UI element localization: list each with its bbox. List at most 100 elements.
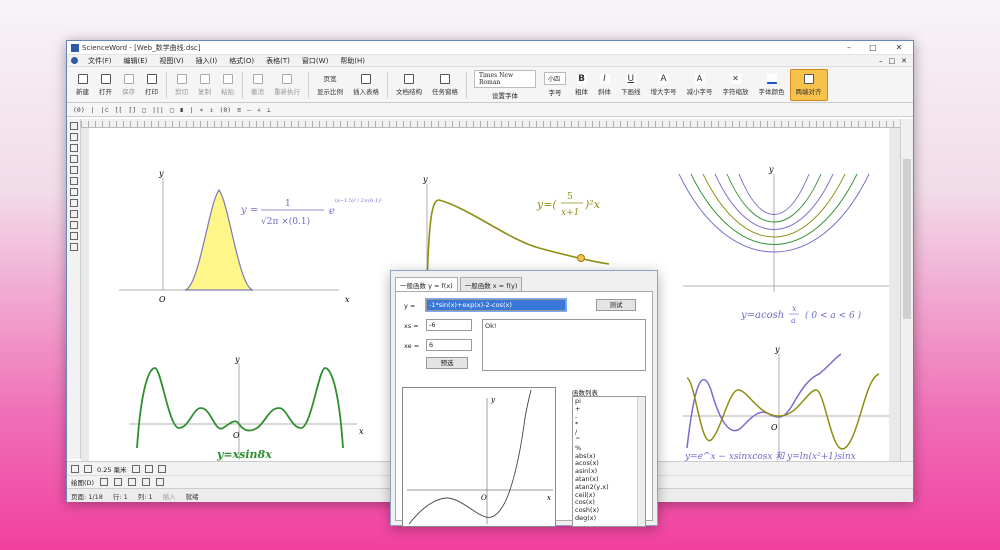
pencil-icon[interactable] — [69, 133, 78, 141]
tb2-item[interactable]: □ — [170, 106, 174, 114]
function-list-scrollbar[interactable] — [637, 397, 645, 526]
y-axis-label: y — [774, 345, 780, 354]
paste-button[interactable]: 粘贴 — [216, 69, 239, 101]
pentagon-icon[interactable] — [69, 232, 78, 240]
status-col: 列: 1 — [137, 492, 153, 501]
doc-minimize-button[interactable]: – — [879, 57, 883, 65]
underline-button[interactable]: U 下画线 — [616, 69, 646, 101]
tb2-item[interactable]: ≡ — [237, 106, 241, 114]
function-item[interactable]: pi — [575, 397, 643, 406]
tb2-item[interactable]: — — [247, 106, 251, 114]
tb2-item[interactable]: ⇕ — [210, 106, 214, 114]
menu-file[interactable]: 文件(F) — [82, 56, 118, 66]
tb2-item[interactable]: | — [91, 106, 95, 114]
function-item[interactable]: ^ — [575, 436, 643, 445]
scroll-thumb[interactable] — [903, 159, 911, 319]
char-scale-button[interactable]: ✕ 字符缩放 — [718, 69, 754, 101]
line-tool-icon[interactable] — [114, 478, 123, 486]
tb2-item[interactable]: ⊥ — [267, 106, 271, 114]
doc-structure-button[interactable]: 文档结构 — [391, 69, 427, 101]
font-size-select[interactable]: 小四 字号 — [540, 72, 570, 97]
line-color-icon[interactable] — [131, 464, 140, 473]
select-icon[interactable] — [100, 478, 109, 486]
menu-table[interactable]: 表格(T) — [260, 56, 296, 66]
font-select[interactable]: Times New Roman 设置字体 — [470, 69, 540, 100]
doc-restore-button[interactable]: □ — [889, 57, 896, 65]
line-width-select[interactable]: 0.25 毫米 — [97, 464, 127, 474]
undo-button[interactable]: 撤消 — [246, 69, 269, 101]
tb2-item[interactable]: ∠ — [257, 106, 261, 114]
vertical-scrollbar[interactable] — [900, 119, 913, 461]
print-button[interactable]: 打印 — [140, 69, 163, 101]
tb2-item[interactable]: (0) — [73, 106, 85, 114]
italic-button[interactable]: I 斜体 — [593, 69, 616, 101]
redo-button[interactable]: 重新执行 — [269, 69, 305, 101]
hexagon-icon[interactable] — [69, 243, 78, 251]
bold-button[interactable]: B 粗体 — [570, 69, 593, 101]
insert-table-button[interactable]: 插入表格 — [348, 69, 384, 101]
doc-close-button[interactable]: ✕ — [901, 57, 907, 65]
font-color-button[interactable]: 字体颜色 — [754, 69, 790, 101]
font-name-box[interactable]: Times New Roman — [474, 69, 536, 88]
triangle-tool-icon[interactable] — [142, 478, 151, 486]
menu-format[interactable]: 格式(O) — [223, 56, 260, 66]
xs-input[interactable]: -6 — [426, 319, 472, 331]
tab-function-x[interactable]: 一般函数 x = f(y) — [459, 277, 523, 292]
circle-tool-icon[interactable] — [128, 478, 137, 486]
copy-button[interactable]: 复制 — [193, 69, 216, 101]
eraser-icon[interactable] — [69, 144, 78, 152]
xe-input[interactable]: 6 — [426, 339, 472, 351]
fill-icon[interactable] — [144, 464, 153, 473]
superscript-icon[interactable] — [69, 188, 78, 196]
function-item[interactable]: + — [575, 405, 643, 414]
tb2-item[interactable]: ∎ — [180, 106, 184, 114]
function-input[interactable]: -1*sin(x)+exp(x)-2-cos(x) — [425, 298, 567, 312]
preview-button[interactable]: 预选 — [426, 357, 468, 369]
function-item[interactable]: * — [575, 421, 643, 429]
cut-button[interactable]: 剪切 — [170, 69, 193, 101]
arrow-icon[interactable] — [69, 166, 78, 174]
tb2-item[interactable]: ∗ — [200, 106, 204, 114]
tb2-item[interactable]: [[ — [115, 106, 123, 114]
triangle-icon[interactable] — [69, 199, 78, 207]
minimize-button[interactable]: – — [837, 41, 861, 55]
menu-window[interactable]: 窗口(W) — [296, 56, 334, 66]
tb2-item[interactable]: ||| — [152, 106, 164, 114]
menu-view[interactable]: 视图(V) — [153, 56, 189, 66]
tb2-item[interactable]: | — [190, 106, 194, 114]
menu-edit[interactable]: 编辑(E) — [118, 56, 154, 66]
function-list[interactable]: pi + - * / ^ % abs(x) acos(x) asin(x) at… — [572, 396, 646, 527]
decrease-font-button[interactable]: A 减小字号 — [682, 69, 718, 101]
line-icon[interactable] — [69, 155, 78, 163]
tab-function-y[interactable]: 一般函数 y = f(x) — [395, 277, 458, 292]
grid-icon[interactable] — [71, 464, 79, 473]
subscript-icon[interactable] — [69, 177, 78, 185]
menu-insert[interactable]: 插入(I) — [190, 56, 224, 66]
draw-menu[interactable]: 绘图(D) — [71, 477, 94, 487]
open-button[interactable]: 打开 — [94, 69, 117, 101]
tb2-item[interactable]: |⊂ — [101, 106, 109, 114]
rectangle-icon[interactable] — [69, 210, 78, 218]
font-size-box[interactable]: 小四 — [544, 72, 566, 85]
tb2-item[interactable]: □ — [142, 106, 146, 114]
zoom-dropdown[interactable]: 页宽 显示比例 — [312, 69, 348, 101]
test-button[interactable]: 测试 — [596, 299, 636, 311]
close-button[interactable]: ✕ — [885, 41, 913, 55]
pen-icon[interactable] — [69, 122, 78, 130]
tb2-item[interactable]: [] — [128, 106, 136, 114]
maximize-button[interactable]: □ — [861, 41, 885, 55]
function-item[interactable]: - — [575, 413, 643, 422]
align-icon[interactable] — [157, 464, 166, 473]
function-item[interactable]: deg(x) — [575, 514, 643, 523]
new-button[interactable]: 新建 — [71, 69, 94, 101]
menu-help[interactable]: 帮助(H) — [334, 56, 371, 66]
increase-font-button[interactable]: A 增大字号 — [646, 69, 682, 101]
save-button[interactable]: 保存 — [117, 69, 140, 101]
justify-button[interactable]: 两端对齐 — [789, 68, 828, 101]
rect-tool-icon[interactable] — [156, 478, 165, 486]
layer-icon[interactable] — [84, 464, 92, 473]
function-item[interactable]: / — [575, 428, 643, 437]
tb2-item[interactable]: (0) — [219, 106, 231, 114]
circle-icon[interactable] — [69, 221, 78, 229]
task-pane-button[interactable]: 任务窗格 — [427, 69, 463, 101]
